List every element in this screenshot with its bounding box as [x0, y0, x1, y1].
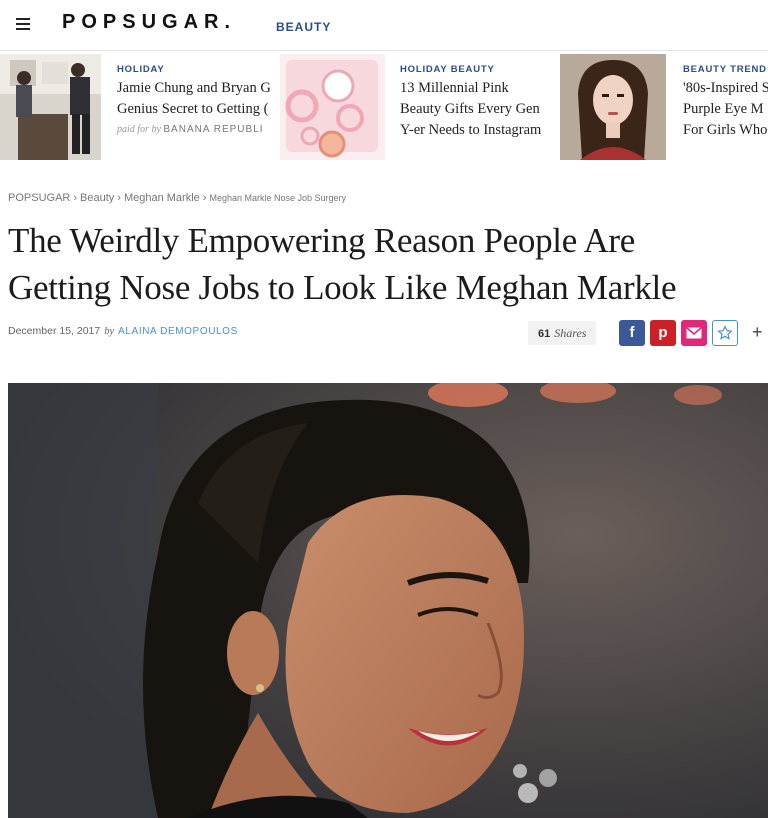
article-byline: December 15, 2017 by ALAINA DEMOPOULOS	[8, 325, 238, 337]
breadcrumb-item-popsugar[interactable]: POPSUGAR	[8, 192, 70, 204]
envelope-icon	[686, 327, 702, 339]
hamburger-menu-icon[interactable]	[16, 18, 30, 30]
promo-kicker: HOLIDAY	[117, 64, 165, 75]
site-header: POPSUGAR. BEAUTY	[0, 0, 768, 51]
sponsor-line: paid for by BANANA REPUBLI	[117, 124, 271, 135]
promo-headline-line[interactable]: For Girls Who	[683, 120, 768, 141]
promo-text-2: HOLIDAY BEAUTY 13 Millennial Pink Beauty…	[400, 64, 541, 141]
facebook-share-button[interactable]: f	[619, 320, 645, 346]
article-title-line-2: Getting Nose Jobs to Look Like Meghan Ma…	[8, 268, 677, 307]
by-label: by	[104, 326, 115, 337]
hero-photo-woman-smiling	[8, 383, 768, 818]
breadcrumb: POPSUGAR › Beauty › Meghan Markle › Meghan Mar…	[8, 192, 346, 204]
star-icon	[717, 325, 733, 340]
promo-headline-line[interactable]: 13 Millennial Pink	[400, 78, 541, 99]
promo-image-pink-gifts	[280, 54, 385, 160]
promo-text-1: HOLIDAY Jamie Chung and Bryan G Genius S…	[117, 64, 271, 135]
promo-headline-line[interactable]: Beauty Gifts Every Gen	[400, 99, 541, 120]
share-count-number: 61	[538, 328, 551, 340]
promo-image-office	[0, 54, 101, 160]
more-share-options-button[interactable]: +	[752, 322, 763, 343]
share-count: 61 Shares	[528, 321, 597, 345]
breadcrumb-item-current[interactable]: Meghan Markle Nose Job Surgery	[209, 193, 346, 203]
breadcrumb-item-meghan-markle[interactable]: Meghan Markle	[124, 192, 200, 204]
promo-card-2-image[interactable]	[280, 54, 385, 160]
author-link[interactable]: ALAINA DEMOPOULOS	[118, 326, 238, 337]
breadcrumb-separator: ›	[117, 192, 121, 204]
promo-headline-line[interactable]: Y-er Needs to Instagram	[400, 120, 541, 141]
promo-card-1[interactable]: HOLIDAY Jamie Chung and Bryan G Genius S…	[0, 54, 290, 160]
publish-date: December 15, 2017	[8, 325, 101, 337]
article-hero-image	[8, 383, 768, 818]
promo-headline-line[interactable]: Genius Secret to Getting (	[117, 99, 271, 120]
promo-card-2[interactable]: HOLIDAY BEAUTY 13 Millennial Pink Beauty…	[385, 54, 560, 160]
promo-image-woman-portrait	[560, 54, 666, 160]
email-share-button[interactable]	[681, 320, 707, 346]
promo-card-3[interactable]: BEAUTY TREND '80s-Inspired S Purple Eye …	[560, 54, 768, 160]
paid-for-label: paid for by	[117, 124, 161, 135]
pinterest-icon: p	[658, 324, 668, 341]
promo-text-3: BEAUTY TREND '80s-Inspired S Purple Eye …	[683, 64, 768, 141]
sponsor-name: BANANA REPUBLI	[163, 124, 264, 135]
promo-strip: HOLIDAY Jamie Chung and Bryan G Genius S…	[0, 54, 768, 160]
section-label[interactable]: BEAUTY	[276, 20, 331, 34]
breadcrumb-separator: ›	[73, 192, 78, 204]
promo-headline-line[interactable]: Purple Eye M	[683, 99, 768, 120]
facebook-icon: f	[629, 324, 635, 341]
breadcrumb-item-beauty[interactable]: Beauty	[80, 192, 114, 204]
article-title: The Weirdly Empowering Reason People Are…	[8, 217, 748, 311]
promo-headline-line[interactable]: Jamie Chung and Bryan G	[117, 78, 271, 99]
promo-kicker: BEAUTY TREND	[683, 64, 767, 75]
promo-kicker: HOLIDAY BEAUTY	[400, 64, 495, 75]
article-title-line-1: The Weirdly Empowering Reason People Are	[8, 221, 636, 260]
popsugar-logo[interactable]: POPSUGAR.	[62, 11, 236, 34]
promo-headline-line[interactable]: '80s-Inspired S	[683, 78, 768, 99]
breadcrumb-separator: ›	[202, 192, 207, 204]
pinterest-share-button[interactable]: p	[650, 320, 676, 346]
share-count-label: Shares	[554, 326, 587, 340]
save-favorite-button[interactable]	[712, 320, 738, 346]
